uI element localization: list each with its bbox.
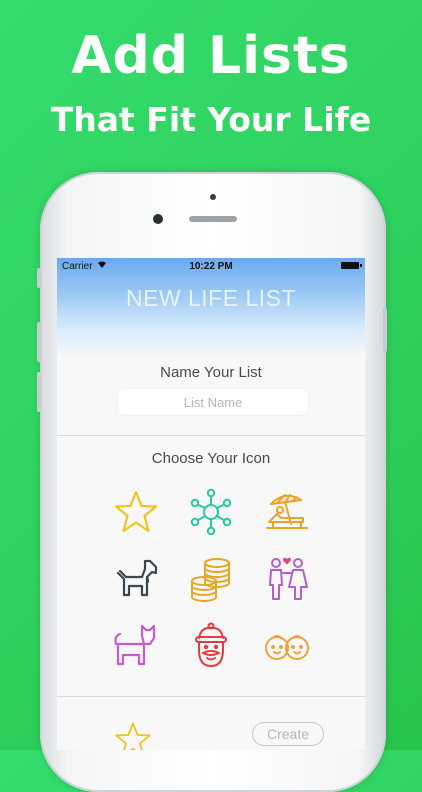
app-screen: NEW LIFE LIST Carrier 10:22 PM Name Your… bbox=[57, 258, 365, 750]
promo-headline: Add Lists bbox=[71, 26, 351, 86]
network-icon bbox=[190, 488, 232, 536]
name-your-list-label: Name Your List bbox=[160, 364, 262, 381]
star-icon-option[interactable] bbox=[108, 486, 164, 538]
volume-up-button bbox=[37, 322, 41, 362]
network-icon-option[interactable] bbox=[183, 486, 239, 538]
dog-icon-option[interactable] bbox=[108, 553, 164, 605]
promo-subheadline: That Fit Your Life bbox=[50, 100, 372, 139]
dog-icon bbox=[116, 559, 158, 597]
baby-faces-icon-option[interactable] bbox=[259, 620, 315, 672]
santa-icon-option[interactable] bbox=[183, 620, 239, 672]
couple-icon bbox=[269, 557, 308, 600]
star-icon bbox=[114, 490, 158, 533]
selected-icon-preview bbox=[113, 720, 153, 750]
earpiece-speaker bbox=[189, 216, 237, 222]
battery-icon bbox=[341, 262, 362, 269]
volume-down-button bbox=[37, 372, 41, 412]
cat-icon bbox=[114, 624, 156, 666]
beach-lounger-icon-option[interactable] bbox=[259, 486, 315, 538]
coins-icon-option[interactable] bbox=[183, 553, 239, 605]
footer-divider bbox=[57, 696, 365, 697]
beach-lounger-icon bbox=[266, 494, 308, 529]
cat-icon-option[interactable] bbox=[108, 620, 164, 672]
power-button bbox=[383, 308, 387, 352]
status-time: 10:22 PM bbox=[189, 261, 233, 272]
mute-switch bbox=[37, 268, 41, 288]
status-bar: Carrier 10:22 PM bbox=[57, 258, 365, 274]
coins-icon bbox=[191, 558, 230, 602]
santa-icon bbox=[195, 622, 227, 667]
star-icon bbox=[115, 722, 151, 750]
list-name-input[interactable] bbox=[118, 389, 308, 415]
choose-icon-label: Choose Your Icon bbox=[151, 450, 271, 467]
page-title: NEW LIFE LIST bbox=[125, 285, 297, 311]
create-button[interactable]: Create bbox=[252, 722, 324, 746]
couple-icon-option[interactable] bbox=[259, 553, 315, 605]
proximity-sensor bbox=[210, 194, 216, 200]
front-camera bbox=[153, 214, 163, 224]
section-divider bbox=[57, 435, 365, 436]
baby-faces-icon bbox=[265, 635, 309, 660]
